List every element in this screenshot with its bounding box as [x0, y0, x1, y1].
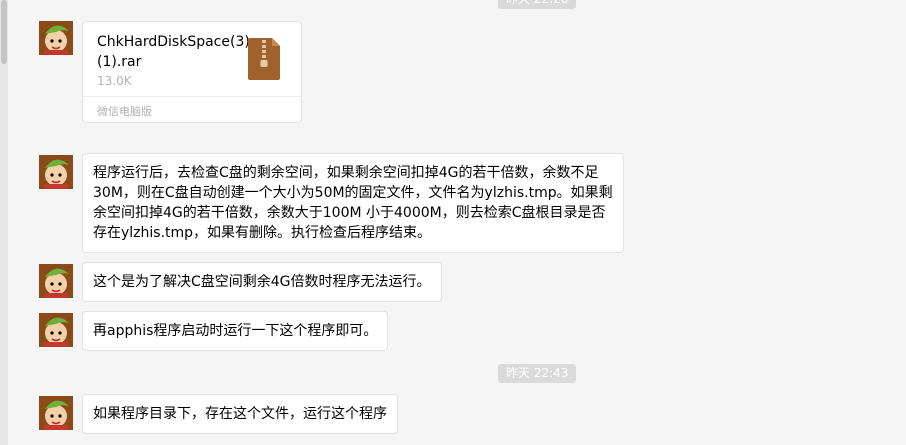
file-source-label: 微信电脑版 — [97, 105, 152, 118]
avatar[interactable] — [39, 155, 73, 189]
avatar[interactable] — [39, 396, 73, 430]
avatar-image — [39, 313, 73, 347]
zip-file-icon — [248, 38, 280, 84]
avatar[interactable] — [39, 21, 73, 55]
file-size: 13.0K — [97, 74, 132, 88]
message-bubble[interactable]: 这个是为了解决C盘空间剩余4G倍数时程序无法运行。 — [82, 262, 442, 302]
avatar[interactable] — [39, 264, 73, 298]
file-message-card[interactable]: ChkHardDiskSpace(3)(1).rar 13.0K 微信电脑版 — [82, 21, 302, 123]
timestamp-badge: 昨天 22:26 — [498, 0, 577, 9]
avatar-image — [39, 264, 73, 298]
message-bubble[interactable]: 再apphis程序启动时运行一下这个程序即可。 — [82, 311, 389, 351]
file-name: ChkHardDiskSpace(3)(1).rar — [97, 34, 250, 70]
avatar-image — [39, 396, 73, 430]
divider — [83, 96, 301, 97]
message-bubble[interactable]: 如果程序目录下，存在这个文件，运行这个程序 — [82, 394, 398, 434]
scrollbar-thumb[interactable] — [1, 0, 7, 64]
timestamp-badge: 昨天 22:43 — [498, 364, 577, 383]
avatar-image — [39, 155, 73, 189]
message-bubble[interactable]: 程序运行后，去检查C盘的剩余空间，如果剩余空间扣掉4G的若干倍数，余数不足30M… — [82, 153, 624, 253]
avatar-image — [39, 21, 73, 55]
avatar[interactable] — [39, 313, 73, 347]
chat-scrollbar[interactable] — [0, 0, 8, 445]
